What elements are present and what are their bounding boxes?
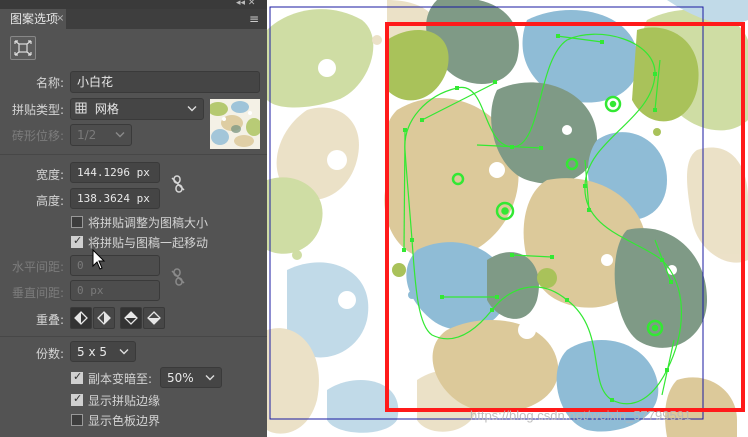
dim-copies-label: 副本变暗至: — [88, 372, 153, 386]
h-spacing-input: 0 — [70, 255, 160, 276]
tile-type-dropdown[interactable]: 网格 — [70, 98, 204, 120]
height-value: 138.3624 px — [77, 192, 150, 205]
panel-top-strip: ◂◂ ✕ — [0, 0, 267, 9]
overlap-bottom-front-icon — [147, 311, 161, 325]
show-swatch-bounds-label: 显示色板边界 — [88, 414, 161, 428]
mouse-pointer-icon — [92, 249, 106, 270]
chain-link-icon — [171, 175, 185, 193]
copies-value: 5 x 5 — [77, 345, 107, 359]
copies-label: 份数: — [36, 347, 65, 361]
brick-offset-value: 1/2 — [77, 128, 97, 142]
width-input[interactable]: 144.1296 px — [70, 162, 160, 183]
chain-link-icon — [171, 268, 185, 286]
chevron-down-icon — [115, 132, 125, 138]
tile-type-label: 拼贴类型: — [12, 103, 65, 117]
overlap-label: 重叠: — [36, 313, 65, 327]
pattern-options-panel: ◂◂ ✕ 图案选项 × ≡ 名称: 小白花 拼贴类型: 网格 砖形位移: 1/2… — [0, 0, 267, 437]
move-tile-checkbox[interactable] — [71, 234, 83, 248]
overlap-right-front-button[interactable] — [93, 307, 115, 329]
resize-tile-label: 将拼贴调整为图稿大小 — [88, 216, 209, 230]
v-spacing-input: 0 px — [70, 280, 160, 301]
dim-copies-checkbox[interactable] — [71, 370, 83, 384]
tile-preview-image — [210, 99, 260, 149]
h-spacing-label: 水平间距: — [12, 260, 65, 274]
name-value: 小白花 — [77, 75, 114, 89]
show-tile-edge-checkbox[interactable] — [71, 392, 83, 406]
tile-type-value: 网格 — [94, 102, 119, 116]
brick-offset-label: 砖形位移: — [12, 129, 65, 143]
overlap-left-front-button[interactable] — [70, 307, 92, 329]
overlap-left-front-icon — [74, 311, 88, 325]
panel-collapse-controls[interactable]: ◂◂ ✕ — [236, 0, 255, 8]
separator — [0, 154, 267, 155]
pattern-canvas[interactable] — [267, 0, 748, 437]
dim-copies-dropdown[interactable]: 50% — [160, 367, 222, 388]
watermark-text: https://blog.csdn.net/weixin_57799591 — [470, 408, 692, 423]
height-input[interactable]: 138.3624 px — [70, 188, 160, 209]
name-input[interactable]: 小白花 — [70, 71, 260, 93]
chevron-down-icon — [119, 349, 129, 355]
tab-close-icon[interactable]: × — [56, 9, 64, 29]
overlap-right-front-icon — [97, 311, 111, 325]
dim-copies-value: 50% — [167, 371, 194, 385]
v-spacing-label: 垂直间距: — [12, 286, 65, 300]
move-tile-label: 将拼贴与图稿一起移动 — [88, 236, 209, 250]
chevron-down-icon — [205, 375, 215, 381]
brick-offset-dropdown: 1/2 — [70, 124, 132, 146]
height-label: 高度: — [36, 194, 65, 208]
fit-to-tile-icon — [14, 40, 32, 56]
grid-icon — [75, 102, 87, 114]
overlap-bottom-front-button[interactable] — [143, 307, 165, 329]
fit-tile-to-artwork-button[interactable] — [10, 36, 36, 60]
width-value: 144.1296 px — [77, 166, 150, 179]
overlap-top-front-icon — [124, 311, 138, 325]
v-spacing-value: 0 px — [77, 284, 104, 297]
tab-label: 图案选项 — [10, 12, 59, 26]
link-width-height-button[interactable] — [171, 175, 185, 196]
chevron-down-icon — [187, 106, 197, 112]
pattern-artwork — [267, 0, 748, 437]
tile-preview-thumbnail — [210, 99, 260, 149]
copies-dropdown[interactable]: 5 x 5 — [70, 341, 136, 362]
panel-menu-icon[interactable]: ≡ — [249, 9, 259, 29]
h-spacing-value: 0 — [77, 259, 84, 272]
name-label: 名称: — [36, 76, 65, 90]
resize-tile-checkbox[interactable] — [71, 216, 83, 228]
overlap-top-front-button[interactable] — [120, 307, 142, 329]
width-label: 宽度: — [36, 168, 65, 182]
link-spacing-button — [171, 268, 185, 289]
separator — [0, 336, 267, 337]
show-swatch-bounds-checkbox[interactable] — [71, 414, 83, 426]
show-tile-edge-label: 显示拼贴边缘 — [88, 394, 161, 408]
panel-tab-bar: 图案选项 × ≡ — [0, 9, 267, 29]
